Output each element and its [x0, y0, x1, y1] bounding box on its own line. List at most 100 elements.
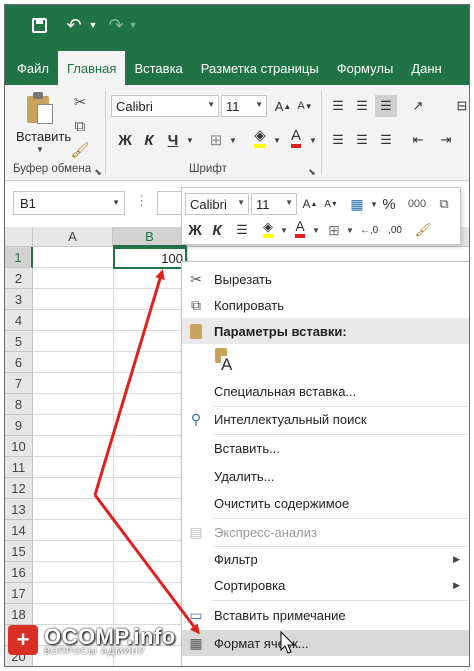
mini-thousands-button[interactable]: 000: [402, 193, 432, 215]
mini-align-center-icon[interactable]: ☰: [232, 219, 252, 241]
align-center-icon[interactable]: ☰: [351, 129, 373, 151]
tab-insert[interactable]: Вставка: [125, 51, 191, 85]
menu-item-format-cells[interactable]: ▦ Формат ячеек...: [182, 630, 469, 656]
row-header[interactable]: 13: [5, 499, 33, 520]
row-header[interactable]: 5: [5, 331, 33, 352]
indent-icon[interactable]: ⇤: [407, 129, 429, 151]
tab-data[interactable]: Данн: [402, 51, 450, 85]
row-header[interactable]: 12: [5, 478, 33, 499]
align-right-icon[interactable]: ☰: [375, 129, 397, 151]
row-header[interactable]: 4: [5, 310, 33, 331]
outdent-icon[interactable]: ⇥: [435, 129, 457, 151]
paste-button[interactable]: Вставить: [16, 129, 71, 144]
mini-font-color-dropdown-icon[interactable]: ▼: [312, 226, 320, 235]
mini-fill-dropdown-icon[interactable]: ▼: [280, 226, 288, 235]
row-header[interactable]: 15: [5, 541, 33, 562]
menu-item-insert[interactable]: Вставить...: [182, 435, 469, 461]
grid-line: [113, 247, 114, 666]
font-color-icon[interactable]: А: [285, 127, 307, 149]
mini-decrease-font-icon[interactable]: A ▼: [322, 193, 340, 215]
mini-fill-color-icon[interactable]: ◈: [258, 217, 278, 239]
cut-icon[interactable]: ✂: [69, 91, 91, 113]
format-painter-icon[interactable]: 🖌: [69, 139, 91, 161]
undo-dropdown-icon[interactable]: ▼: [87, 13, 99, 37]
bold-button[interactable]: Ж: [115, 129, 135, 151]
copy-icon[interactable]: ⧉: [69, 115, 91, 137]
paste-icon[interactable]: [25, 91, 55, 125]
borders-icon[interactable]: ⊞: [205, 129, 227, 151]
formula-input[interactable]: [157, 191, 183, 215]
select-all-button[interactable]: [5, 227, 33, 247]
align-bottom-icon[interactable]: ☰: [375, 95, 397, 117]
borders-dropdown-icon[interactable]: ▼: [229, 136, 237, 145]
mini-bold-button[interactable]: Ж: [186, 219, 204, 241]
tab-file[interactable]: Файл: [5, 51, 58, 85]
mini-currency-icon[interactable]: ▦: [346, 193, 368, 215]
row-header[interactable]: 7: [5, 373, 33, 394]
mini-paintbrush-icon[interactable]: 🖌: [412, 219, 434, 241]
align-middle-icon[interactable]: ☰: [351, 95, 373, 117]
row-header[interactable]: 16: [5, 562, 33, 583]
menu-item-sort[interactable]: Сортировка ▶: [182, 572, 469, 598]
wrap-text-icon[interactable]: ⊟: [455, 95, 469, 117]
paste-dropdown-icon[interactable]: ▼: [36, 145, 44, 154]
align-top-icon[interactable]: ☰: [327, 95, 349, 117]
mini-percent-button[interactable]: %: [380, 193, 398, 215]
menu-item-cut[interactable]: ✂ Вырезать: [182, 266, 469, 292]
menu-item-paste-special[interactable]: Специальная вставка...: [182, 378, 469, 404]
row-header[interactable]: 1: [5, 247, 33, 268]
row-header[interactable]: 17: [5, 583, 33, 604]
mini-italic-button[interactable]: К: [208, 219, 226, 241]
redo-dropdown-icon[interactable]: ▼: [127, 13, 139, 37]
undo-icon[interactable]: ↶: [63, 13, 85, 37]
italic-button[interactable]: К: [139, 129, 159, 151]
row-header[interactable]: 11: [5, 457, 33, 478]
mini-borders-dropdown-icon[interactable]: ▼: [346, 226, 354, 235]
mini-currency-dropdown-icon[interactable]: ▼: [370, 200, 378, 209]
save-icon[interactable]: [27, 13, 51, 37]
mini-font-size-combo[interactable]: 11 ▼: [251, 193, 297, 215]
column-header-a[interactable]: A: [33, 227, 113, 247]
row-header[interactable]: 10: [5, 436, 33, 457]
align-left-icon[interactable]: ☰: [327, 129, 349, 151]
orientation-icon[interactable]: ↗: [407, 95, 429, 117]
tab-page-layout[interactable]: Разметка страницы: [192, 51, 328, 85]
mini-format-painter-icon[interactable]: ⧉: [432, 193, 456, 215]
name-box[interactable]: B1 ▼: [13, 191, 125, 215]
underline-button[interactable]: Ч: [163, 129, 183, 151]
mini-font-color-icon[interactable]: А: [290, 217, 310, 239]
mini-increase-decimal-icon[interactable]: ←,0: [358, 219, 380, 241]
row-header[interactable]: 2: [5, 268, 33, 289]
menu-item-clear-contents[interactable]: Очистить содержимое: [182, 490, 469, 516]
row-header[interactable]: 14: [5, 520, 33, 541]
tab-home[interactable]: Главная: [57, 51, 126, 85]
mini-decrease-decimal-icon[interactable]: ,00: [384, 219, 406, 241]
row-header[interactable]: 8: [5, 394, 33, 415]
row-header[interactable]: 6: [5, 352, 33, 373]
font-launcher-icon[interactable]: ⬊: [301, 161, 323, 183]
underline-dropdown-icon[interactable]: ▼: [186, 136, 194, 145]
row-header[interactable]: 9: [5, 415, 33, 436]
row-header[interactable]: 3: [5, 289, 33, 310]
redo-icon[interactable]: ↷: [105, 13, 127, 37]
menu-item-copy[interactable]: ⧉ Копировать: [182, 292, 469, 318]
menu-item-insert-comment[interactable]: ▭ Вставить примечание: [182, 602, 469, 628]
menu-item-delete[interactable]: Удалить...: [182, 463, 469, 489]
formula-bar-resize-handle[interactable]: ⋮: [135, 193, 148, 209]
increase-font-icon[interactable]: A ▲: [273, 95, 293, 117]
menu-item-smart-lookup[interactable]: ⚲ Интеллектуальный поиск: [182, 406, 469, 432]
font-size-combo[interactable]: 11 ▼: [221, 95, 267, 117]
font-name-combo[interactable]: Calibri ▼: [111, 95, 219, 117]
fill-color-dropdown-icon[interactable]: ▼: [273, 136, 281, 145]
mini-borders-icon[interactable]: ⊞: [324, 219, 344, 241]
decrease-font-icon[interactable]: A ▼: [295, 95, 315, 117]
fill-color-icon[interactable]: ◈: [249, 127, 271, 149]
column-header-b[interactable]: B: [113, 227, 187, 247]
tab-formulas[interactable]: Формулы: [328, 51, 403, 85]
menu-item-filter[interactable]: Фильтр ▶: [182, 546, 469, 572]
mini-increase-font-icon[interactable]: A ▲: [300, 193, 320, 215]
mini-font-name-combo[interactable]: Calibri ▼: [185, 193, 249, 215]
cell-b1[interactable]: 100: [113, 247, 187, 269]
font-color-dropdown-icon[interactable]: ▼: [309, 136, 317, 145]
paste-option-keep-formatting[interactable]: A: [182, 346, 469, 376]
